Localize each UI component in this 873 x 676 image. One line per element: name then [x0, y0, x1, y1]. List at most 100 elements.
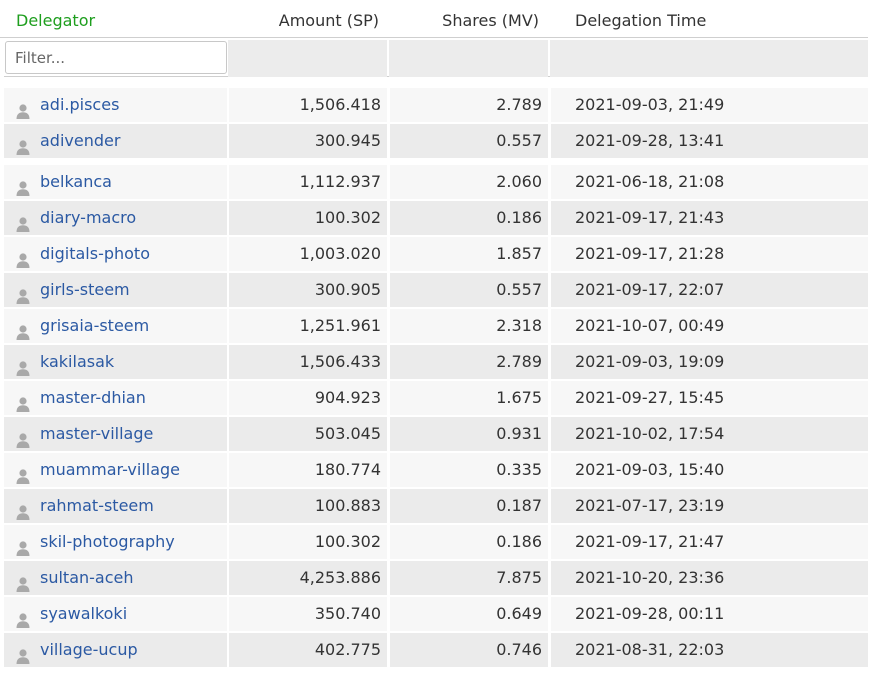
shares-value: 1.857: [496, 244, 542, 263]
delegator-link[interactable]: grisaia-steem: [40, 309, 149, 343]
shares-value: 0.931: [496, 424, 542, 443]
user-icon: [15, 642, 31, 664]
delegator-link[interactable]: master-village: [40, 417, 153, 451]
delegation-time-value: 2021-09-03, 19:09: [575, 352, 725, 371]
shares-cell: 0.931: [390, 417, 548, 451]
delegator-link[interactable]: kakilasak: [40, 345, 114, 379]
time-cell: 2021-09-17, 21:28: [551, 237, 868, 271]
amount-cell: 100.302: [229, 525, 387, 559]
amount-value: 1,112.937: [299, 172, 381, 191]
time-cell: 2021-09-17, 22:07: [551, 273, 868, 307]
shares-cell: 1.675: [390, 381, 548, 415]
amount-value: 1,506.433: [299, 352, 381, 371]
delegator-cell: master-village: [4, 417, 227, 451]
amount-value: 1,506.418: [299, 95, 381, 114]
delegator-link[interactable]: adivender: [40, 124, 120, 158]
table-row: sultan-aceh 4,253.886 7.875 2021-10-20, 23:…: [4, 561, 868, 597]
amount-value: 180.774: [314, 460, 381, 479]
time-cell: 2021-09-17, 21:43: [551, 201, 868, 235]
amount-cell: 300.945: [229, 124, 387, 158]
shares-value: 0.335: [496, 460, 542, 479]
amount-cell: 1,506.418: [229, 88, 387, 122]
shares-cell: 0.187: [390, 489, 548, 523]
amount-value: 4,253.886: [299, 568, 381, 587]
shares-value: 7.875: [496, 568, 542, 587]
amount-value: 1,251.961: [299, 316, 381, 335]
header-delegation-time[interactable]: Delegation Time: [575, 4, 706, 38]
user-icon: [15, 606, 31, 628]
amount-cell: 100.883: [229, 489, 387, 523]
delegator-cell: rahmat-steem: [4, 489, 227, 523]
delegation-time-value: 2021-09-17, 21:47: [575, 532, 725, 551]
shares-value: 0.186: [496, 532, 542, 551]
user-icon: [15, 246, 31, 268]
time-cell: 2021-08-31, 22:03: [551, 633, 868, 667]
shares-value: 0.557: [496, 280, 542, 299]
amount-cell: 402.775: [229, 633, 387, 667]
delegator-cell: digitals-photo: [4, 237, 227, 271]
delegation-time-value: 2021-10-20, 23:36: [575, 568, 725, 587]
shares-value: 2.789: [496, 352, 542, 371]
shares-value: 0.649: [496, 604, 542, 623]
table-row: village-ucup 402.775 0.746 2021-08-31, 22:0…: [4, 633, 868, 669]
amount-cell: 1,112.937: [229, 165, 387, 199]
delegation-time-value: 2021-09-03, 21:49: [575, 95, 725, 114]
delegator-link[interactable]: girls-steem: [40, 273, 130, 307]
table-header: Delegator Amount (SP) Shares (MV) Delega…: [0, 4, 868, 38]
delegator-link[interactable]: sultan-aceh: [40, 561, 134, 595]
shares-cell: 2.789: [390, 345, 548, 379]
shares-cell: 0.186: [390, 525, 548, 559]
delegator-link[interactable]: village-ucup: [40, 633, 138, 667]
delegation-time-value: 2021-06-18, 21:08: [575, 172, 725, 191]
delegator-link[interactable]: adi.pisces: [40, 88, 119, 122]
delegator-link[interactable]: master-dhian: [40, 381, 146, 415]
delegator-cell: grisaia-steem: [4, 309, 227, 343]
delegator-link[interactable]: diary-macro: [40, 201, 136, 235]
table-row: belkanca 1,112.937 2.060 2021-06-18, 21:08: [4, 165, 868, 201]
shares-value: 2.318: [496, 316, 542, 335]
time-cell: 2021-09-28, 13:41: [551, 124, 868, 158]
delegator-cell: belkanca: [4, 165, 227, 199]
user-icon: [15, 210, 31, 232]
time-cell: 2021-09-28, 00:11: [551, 597, 868, 631]
shares-value: 0.187: [496, 496, 542, 515]
delegator-cell: adivender: [4, 124, 227, 158]
delegator-cell: skil-photography: [4, 525, 227, 559]
delegator-link[interactable]: rahmat-steem: [40, 489, 154, 523]
amount-value: 503.045: [314, 424, 381, 443]
shares-value: 1.675: [496, 388, 542, 407]
user-icon: [15, 462, 31, 484]
filter-row: [4, 40, 868, 77]
amount-cell: 4,253.886: [229, 561, 387, 595]
delegator-filter-input[interactable]: [5, 41, 227, 74]
header-shares[interactable]: Shares (MV): [388, 4, 539, 38]
delegator-cell: diary-macro: [4, 201, 227, 235]
header-delegator[interactable]: Delegator: [16, 4, 95, 38]
time-cell: 2021-10-02, 17:54: [551, 417, 868, 451]
delegation-time-value: 2021-09-28, 13:41: [575, 131, 725, 150]
shares-cell: 1.857: [390, 237, 548, 271]
user-icon: [15, 318, 31, 340]
shares-value: 2.789: [496, 95, 542, 114]
delegator-link[interactable]: muammar-village: [40, 453, 180, 487]
delegator-link[interactable]: belkanca: [40, 165, 112, 199]
amount-value: 100.302: [314, 532, 381, 551]
delegations-table: Delegator Amount (SP) Shares (MV) Delega…: [0, 0, 873, 671]
user-icon: [15, 570, 31, 592]
delegation-time-value: 2021-09-28, 00:11: [575, 604, 725, 623]
delegator-link[interactable]: syawalkoki: [40, 597, 127, 631]
time-cell: 2021-09-03, 21:49: [551, 88, 868, 122]
shares-value: 0.746: [496, 640, 542, 659]
delegator-cell: kakilasak: [4, 345, 227, 379]
user-icon: [15, 426, 31, 448]
amount-value: 300.945: [314, 131, 381, 150]
table-row: grisaia-steem 1,251.961 2.318 2021-10-07, 0…: [4, 309, 868, 345]
amount-cell: 180.774: [229, 453, 387, 487]
delegator-link[interactable]: skil-photography: [40, 525, 175, 559]
shares-filter-cell: [389, 40, 548, 77]
delegator-cell: sultan-aceh: [4, 561, 227, 595]
table-row: adivender 300.945 0.557 2021-09-28, 13:41: [4, 124, 868, 160]
header-amount[interactable]: Amount (SP): [228, 4, 379, 38]
amount-value: 904.923: [314, 388, 381, 407]
delegator-link[interactable]: digitals-photo: [40, 237, 150, 271]
